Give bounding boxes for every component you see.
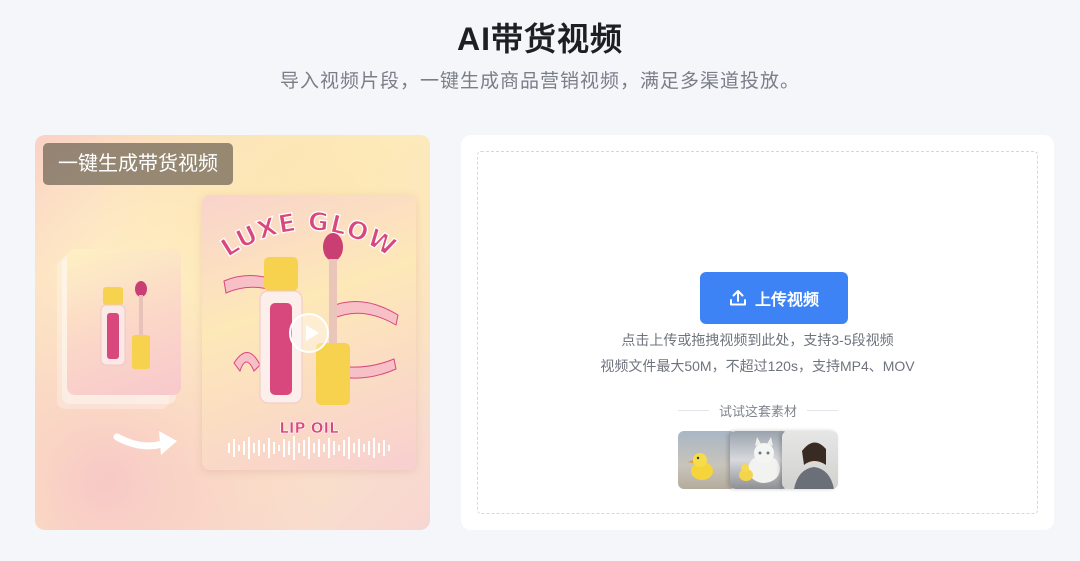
arrow-right-icon [113, 431, 177, 455]
page-title: AI带货视频 [456, 21, 623, 57]
poster-title: LUXE GLOW [215, 206, 401, 263]
sample-thumbnail-chick[interactable] [678, 431, 736, 489]
upload-video-button-label: 上传视频 [754, 292, 819, 309]
upload-hint-limits: 视频文件最大50M，不超过120s，支持MP4、MOV [600, 358, 915, 374]
divider-line [678, 409, 709, 411]
lip-oil-bottle-icon [100, 281, 150, 369]
audio-waveform-icon [228, 436, 390, 460]
sample-thumbnail-cat[interactable] [730, 431, 788, 489]
person-icon [794, 442, 834, 489]
chick-icon [688, 453, 713, 480]
cat-icon [739, 437, 780, 483]
sample-assets-divider: 试试这套素材 [678, 402, 838, 419]
upload-video-button[interactable]: 上传视频 [700, 272, 848, 324]
upload-dropzone[interactable]: 上传视频 点击上传或拖拽视频到此处，支持3-5段视频 视频文件最大50M，不超过… [477, 151, 1038, 514]
upload-hint-primary: 点击上传或拖拽视频到此处，支持3-5段视频 [621, 332, 894, 348]
upload-icon [729, 290, 746, 306]
upload-panel: 上传视频 点击上传或拖拽视频到此处，支持3-5段视频 视频文件最大50M，不超过… [461, 135, 1054, 530]
generated-video-preview: LUXE GLOW LIP OIL [202, 195, 416, 470]
poster-subtitle: LIP OIL [279, 419, 339, 437]
preview-badge: 一键生成带货视频 [43, 143, 233, 185]
play-button[interactable] [289, 313, 329, 353]
source-clip-thumbnail [67, 249, 181, 395]
sample-assets-label: 试试这套素材 [718, 403, 797, 419]
svg-text:LUXE GLOW: LUXE GLOW [216, 207, 402, 263]
sample-thumbnail-person[interactable] [782, 431, 838, 489]
preview-panel: 一键生成带货视频 LUXE GLOW LIP OIL [35, 135, 430, 530]
page-subtitle: 导入视频片段，一键生成商品营销视频，满足多渠道投放。 [279, 71, 800, 92]
sample-asset-thumbnails[interactable] [678, 431, 838, 489]
divider-line [807, 409, 838, 411]
